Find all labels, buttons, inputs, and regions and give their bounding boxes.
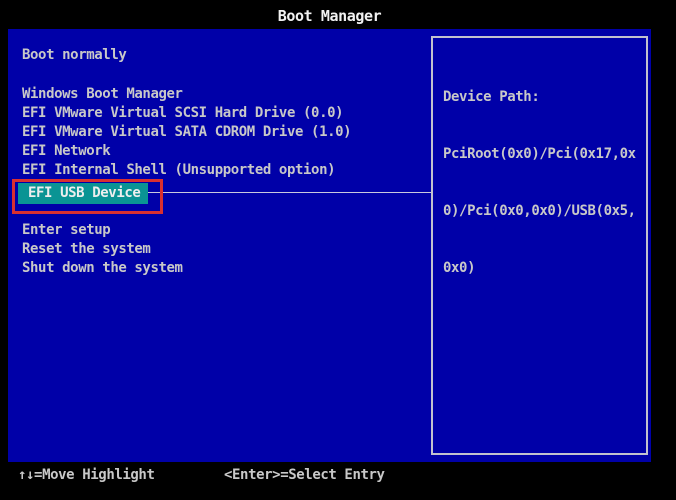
menu-item-enter-setup[interactable]: Enter setup: [22, 223, 110, 238]
menu-item-reset-system[interactable]: Reset the system: [22, 242, 150, 257]
menu-item-boot-normally[interactable]: Boot normally: [22, 48, 126, 63]
menu-item-windows-boot-manager[interactable]: Windows Boot Manager: [22, 87, 183, 102]
device-path-panel: Device Path: PciRoot(0x0)/Pci(0x17,0x 0)…: [431, 36, 648, 455]
menu-item-efi-usb-device-selected[interactable]: EFI USB Device: [18, 183, 148, 204]
menu-item-efi-internal-shell[interactable]: EFI Internal Shell (Unsupported option): [22, 163, 335, 178]
device-path-line: PciRoot(0x0)/Pci(0x17,0x: [443, 145, 637, 164]
device-path-label: Device Path:: [443, 88, 637, 107]
menu-item-efi-sata-cdrom-drive[interactable]: EFI VMware Virtual SATA CDROM Drive (1.0…: [22, 125, 351, 140]
menu-item-efi-network[interactable]: EFI Network: [22, 144, 110, 159]
footer-hint-bar: ↑↓=Move Highlight <Enter>=Select Entry: [0, 467, 676, 487]
device-path-line: 0x0): [443, 259, 637, 278]
menu-item-efi-scsi-hard-drive[interactable]: EFI VMware Virtual SCSI Hard Drive (0.0): [22, 106, 343, 121]
select-entry-hint: <Enter>=Select Entry: [224, 467, 385, 483]
menu-item-shutdown-system[interactable]: Shut down the system: [22, 261, 183, 276]
boot-manager-screen: Boot normally Windows Boot Manager EFI V…: [8, 29, 651, 462]
menu-separator-line: [148, 192, 431, 193]
move-highlight-hint: ↑↓=Move Highlight: [18, 467, 155, 483]
device-path-line: 0)/Pci(0x0,0x0)/USB(0x5,: [443, 202, 637, 221]
page-title: Boot Manager: [8, 7, 651, 25]
